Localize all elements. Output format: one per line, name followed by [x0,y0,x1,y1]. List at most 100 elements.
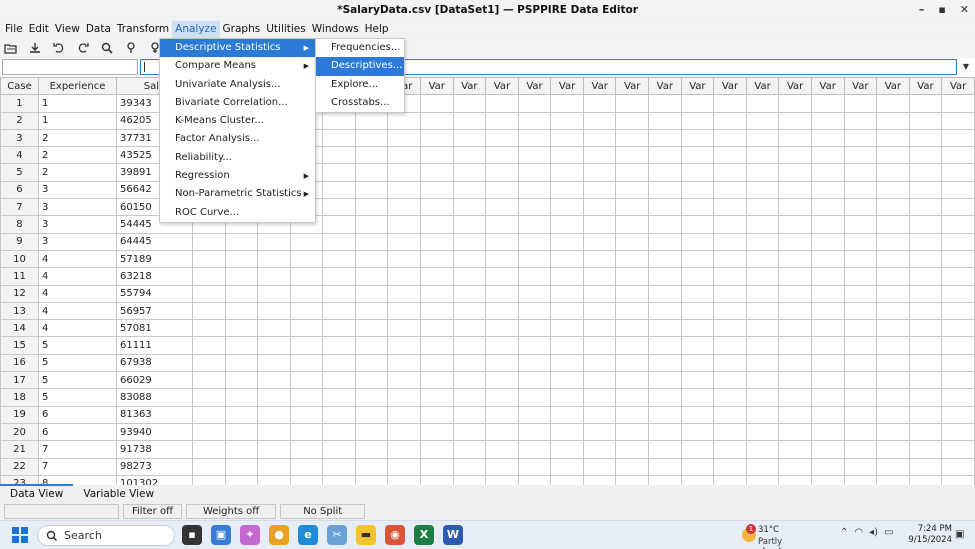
empty-cell[interactable] [680,232,715,251]
empty-cell[interactable] [257,319,291,338]
empty-cell[interactable] [354,405,389,424]
empty-cell[interactable] [810,336,845,355]
empty-cell[interactable] [257,353,291,373]
menu-item-roc-curve[interactable]: ROC Curve... [160,204,315,222]
salary-cell[interactable]: 66029 [115,371,193,390]
empty-cell[interactable] [843,371,878,390]
empty-cell[interactable] [778,388,812,407]
empty-cell[interactable] [908,474,943,485]
empty-cell[interactable] [648,163,682,182]
case-number[interactable]: 7 [0,198,39,217]
empty-cell[interactable] [843,267,878,286]
empty-cell[interactable] [354,474,389,485]
empty-cell[interactable] [778,319,812,338]
empty-cell[interactable] [941,353,975,373]
empty-cell[interactable] [648,457,682,476]
empty-cell[interactable] [452,94,487,113]
empty-cell[interactable] [810,474,845,485]
empty-cell[interactable] [648,128,682,148]
save-icon[interactable] [28,41,42,55]
experience-cell[interactable]: 5 [37,371,117,390]
empty-cell[interactable] [289,319,324,338]
menu-view[interactable]: View [52,21,83,38]
clock[interactable]: 7:24 PM 9/15/2024 [906,524,952,546]
empty-cell[interactable] [713,284,747,303]
column-header-var[interactable]: Var [452,77,487,96]
empty-cell[interactable] [419,215,454,234]
empty-cell[interactable] [680,111,715,130]
empty-cell[interactable] [387,198,421,217]
empty-cell[interactable] [322,198,356,217]
empty-cell[interactable] [713,336,747,355]
empty-cell[interactable] [322,388,356,407]
empty-cell[interactable] [517,405,552,424]
empty-cell[interactable] [876,457,910,476]
empty-cell[interactable] [517,388,552,407]
empty-cell[interactable] [941,457,975,476]
empty-cell[interactable] [778,128,812,148]
empty-cell[interactable] [387,232,421,251]
empty-cell[interactable] [354,232,389,251]
empty-cell[interactable] [843,301,878,321]
empty-cell[interactable] [224,353,259,373]
empty-cell[interactable] [550,267,584,286]
empty-cell[interactable] [778,267,812,286]
empty-cell[interactable] [419,405,454,424]
empty-cell[interactable] [419,388,454,407]
column-header-var[interactable]: Var [485,77,519,96]
empty-cell[interactable] [908,319,943,338]
empty-cell[interactable] [876,284,910,303]
empty-cell[interactable] [843,319,878,338]
empty-cell[interactable] [680,198,715,217]
empty-cell[interactable] [322,474,356,485]
empty-cell[interactable] [713,405,747,424]
empty-cell[interactable] [191,301,226,321]
empty-cell[interactable] [452,180,487,200]
empty-cell[interactable] [322,249,356,269]
empty-cell[interactable] [485,474,519,485]
empty-cell[interactable] [745,353,780,373]
case-number[interactable]: 14 [0,319,39,338]
menu-item-compare-means[interactable]: Compare Means ▶ [160,57,315,75]
empty-cell[interactable] [322,180,356,200]
empty-cell[interactable] [452,267,487,286]
empty-cell[interactable] [648,267,682,286]
case-number[interactable]: 19 [0,405,39,424]
menu-item-descriptive-statistics[interactable]: Descriptive Statistics ▶ [160,39,315,58]
empty-cell[interactable] [876,388,910,407]
case-number[interactable]: 10 [0,249,39,269]
empty-cell[interactable] [582,163,617,182]
case-number[interactable]: 22 [0,457,39,476]
case-number[interactable]: 4 [0,146,39,165]
salary-cell[interactable]: 56957 [115,301,193,321]
empty-cell[interactable] [582,353,617,373]
empty-cell[interactable] [387,267,421,286]
menu-transform[interactable]: Transform [114,21,172,38]
empty-cell[interactable] [941,249,975,269]
empty-cell[interactable] [680,457,715,476]
empty-cell[interactable] [810,440,845,459]
empty-cell[interactable] [517,249,552,269]
empty-cell[interactable] [452,388,487,407]
empty-cell[interactable] [876,371,910,390]
empty-cell[interactable] [615,388,650,407]
empty-cell[interactable] [713,422,747,442]
empty-cell[interactable] [745,128,780,148]
empty-cell[interactable] [615,215,650,234]
empty-cell[interactable] [713,111,747,130]
empty-cell[interactable] [713,440,747,459]
empty-cell[interactable] [550,371,584,390]
empty-cell[interactable] [452,301,487,321]
empty-cell[interactable] [876,267,910,286]
empty-cell[interactable] [289,267,324,286]
empty-cell[interactable] [387,405,421,424]
empty-cell[interactable] [517,163,552,182]
column-header-var[interactable]: Var [648,77,682,96]
empty-cell[interactable] [778,215,812,234]
empty-cell[interactable] [615,267,650,286]
notification-icon[interactable]: ▣ [955,529,964,540]
empty-cell[interactable] [876,353,910,373]
empty-cell[interactable] [224,440,259,459]
menu-item-bivariate-correlation[interactable]: Bivariate Correlation... [160,94,315,112]
empty-cell[interactable] [843,94,878,113]
